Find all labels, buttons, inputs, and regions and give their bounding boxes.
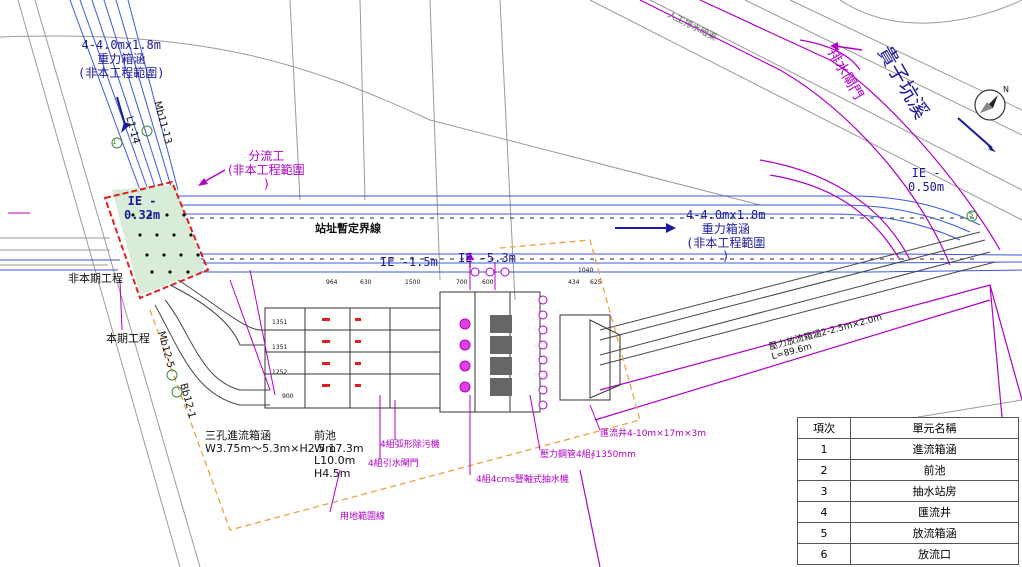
ie-left-label: IE - 0.32m: [124, 194, 161, 223]
dim-3: 1500: [405, 279, 421, 286]
ie-right-title: IE -: [911, 166, 941, 180]
box-culvert-right-size: 4-4.0mx1.8m: [686, 208, 766, 222]
dim-10: 1351: [272, 344, 288, 351]
legend-row: 2 前池: [797, 459, 1019, 481]
legend-row: 1 進流箱涵: [797, 438, 1019, 460]
legend-header-row: 項次 單元名稱: [797, 417, 1019, 439]
box-culvert-right-type: 重力箱涵: [701, 221, 750, 236]
bar-screen-label: 4組弧形除污機: [380, 440, 440, 450]
marker-1: 1: [112, 138, 117, 146]
box-culvert-top-left-label: 4-4.0mx1.8m 重力箱涵 (非本工程範圍): [78, 38, 165, 80]
legend-header-name: 單元名稱: [850, 417, 1019, 439]
north-arrow-icon: [974, 89, 1006, 121]
legend-table: 項次 單元名稱 1 進流箱涵 2 前池 3 抽水站房 4 匯流井 5 放流箱涵 6 放流口: [797, 417, 1019, 565]
diversion-work-scope: (非本工程範圍: [228, 162, 305, 177]
legend-row-index: 4: [797, 501, 851, 523]
legend-row-index: 2: [797, 459, 851, 481]
pipe-label: 壓力鋼管4組∮1350mm: [540, 450, 636, 460]
legend-row-index: 6: [797, 543, 851, 565]
box-culvert-scope: (非本工程範圍): [78, 65, 165, 80]
box-culvert-type: 重力箱涵: [97, 51, 146, 66]
legend-row-name: 前池: [850, 459, 1019, 481]
land-line-label: 用地範圍線: [340, 512, 386, 522]
box-culvert-right-scope: (非本工程範圍: [686, 235, 766, 250]
box-culvert-size: 4-4.0mx1.8m: [81, 38, 161, 52]
legend-row-name: 進流箱涵: [850, 438, 1019, 460]
dim-4: 700: [456, 279, 468, 286]
ie-right-label: IE - 0.50m: [908, 166, 945, 195]
legend-header-item: 項次: [797, 417, 851, 439]
dim-6: 1040: [578, 267, 594, 274]
diversion-work-label: 分流工 (非本工程範圍 ): [228, 149, 305, 191]
dim-11: 1252: [272, 369, 288, 376]
ie-left-value: 0.32m: [124, 207, 161, 222]
legend-row-name: 放流口: [850, 543, 1019, 565]
legend-row-name: 抽水站房: [850, 480, 1019, 502]
gate-label: 4組引水閘門: [368, 459, 419, 469]
legend-row: 3 抽水站房: [797, 480, 1019, 502]
pump-circles: [459, 318, 471, 393]
legend-row: 6 放流口: [797, 543, 1019, 565]
dim-7: 434: [568, 279, 580, 286]
forebay-label: 前池 W 17.3m L10.0m H4.5m: [314, 429, 364, 481]
legend-row-index: 3: [797, 480, 851, 502]
dim-9: 1351: [272, 319, 288, 326]
legend-row: 5 放流箱涵: [797, 522, 1019, 544]
legend-row: 4 匯流井: [797, 501, 1019, 523]
north-label: N: [1003, 85, 1009, 94]
ie-mid-1-label: IE -1.5m: [380, 255, 438, 269]
drawing-canvas: 4-4.0mx1.8m 重力箱涵 (非本工程範圍) 4-4.0mx1.8m 重力…: [0, 0, 1022, 567]
pump-label: 4組4cms豎軸式抽水機: [476, 475, 569, 485]
converge-well-label: 匯流井4-10m×17m×3m: [600, 429, 706, 439]
legend-row-index: 5: [797, 522, 851, 544]
diversion-work-paren: ): [264, 176, 269, 191]
forebay-height: H4.5m: [314, 466, 351, 480]
dim-2: 630: [360, 279, 372, 286]
dim-12: 900: [282, 393, 294, 400]
dim-8: 625: [590, 279, 602, 286]
ie-right-value: 0.50m: [908, 179, 945, 194]
marker-5: 5: [969, 211, 974, 219]
diversion-work-title: 分流工: [248, 149, 285, 163]
land-use-boundary: [149, 239, 641, 531]
legend-row-index: 1: [797, 438, 851, 460]
dim-5: 600: [482, 279, 494, 286]
site-boundary-dashes: [190, 217, 980, 260]
box-culvert-right-label: 4-4.0mx1.8m 重力箱涵 (非本工程範圍 ): [686, 208, 766, 264]
ie-left-title: IE -: [127, 194, 157, 208]
pump-grids: [490, 315, 512, 396]
site-boundary-label: 站址暫定界線: [315, 222, 381, 235]
forebay-title: 前池: [314, 429, 336, 442]
legend-row-name: 匯流井: [850, 501, 1019, 523]
ie-mid-2-label: IE -5.3m: [458, 251, 516, 265]
dim-1: 964: [326, 279, 338, 286]
this-phase-label: 本期工程: [106, 332, 150, 345]
legend-row-name: 放流箱涵: [850, 522, 1019, 544]
not-this-phase-label: 非本期工程: [68, 272, 123, 285]
